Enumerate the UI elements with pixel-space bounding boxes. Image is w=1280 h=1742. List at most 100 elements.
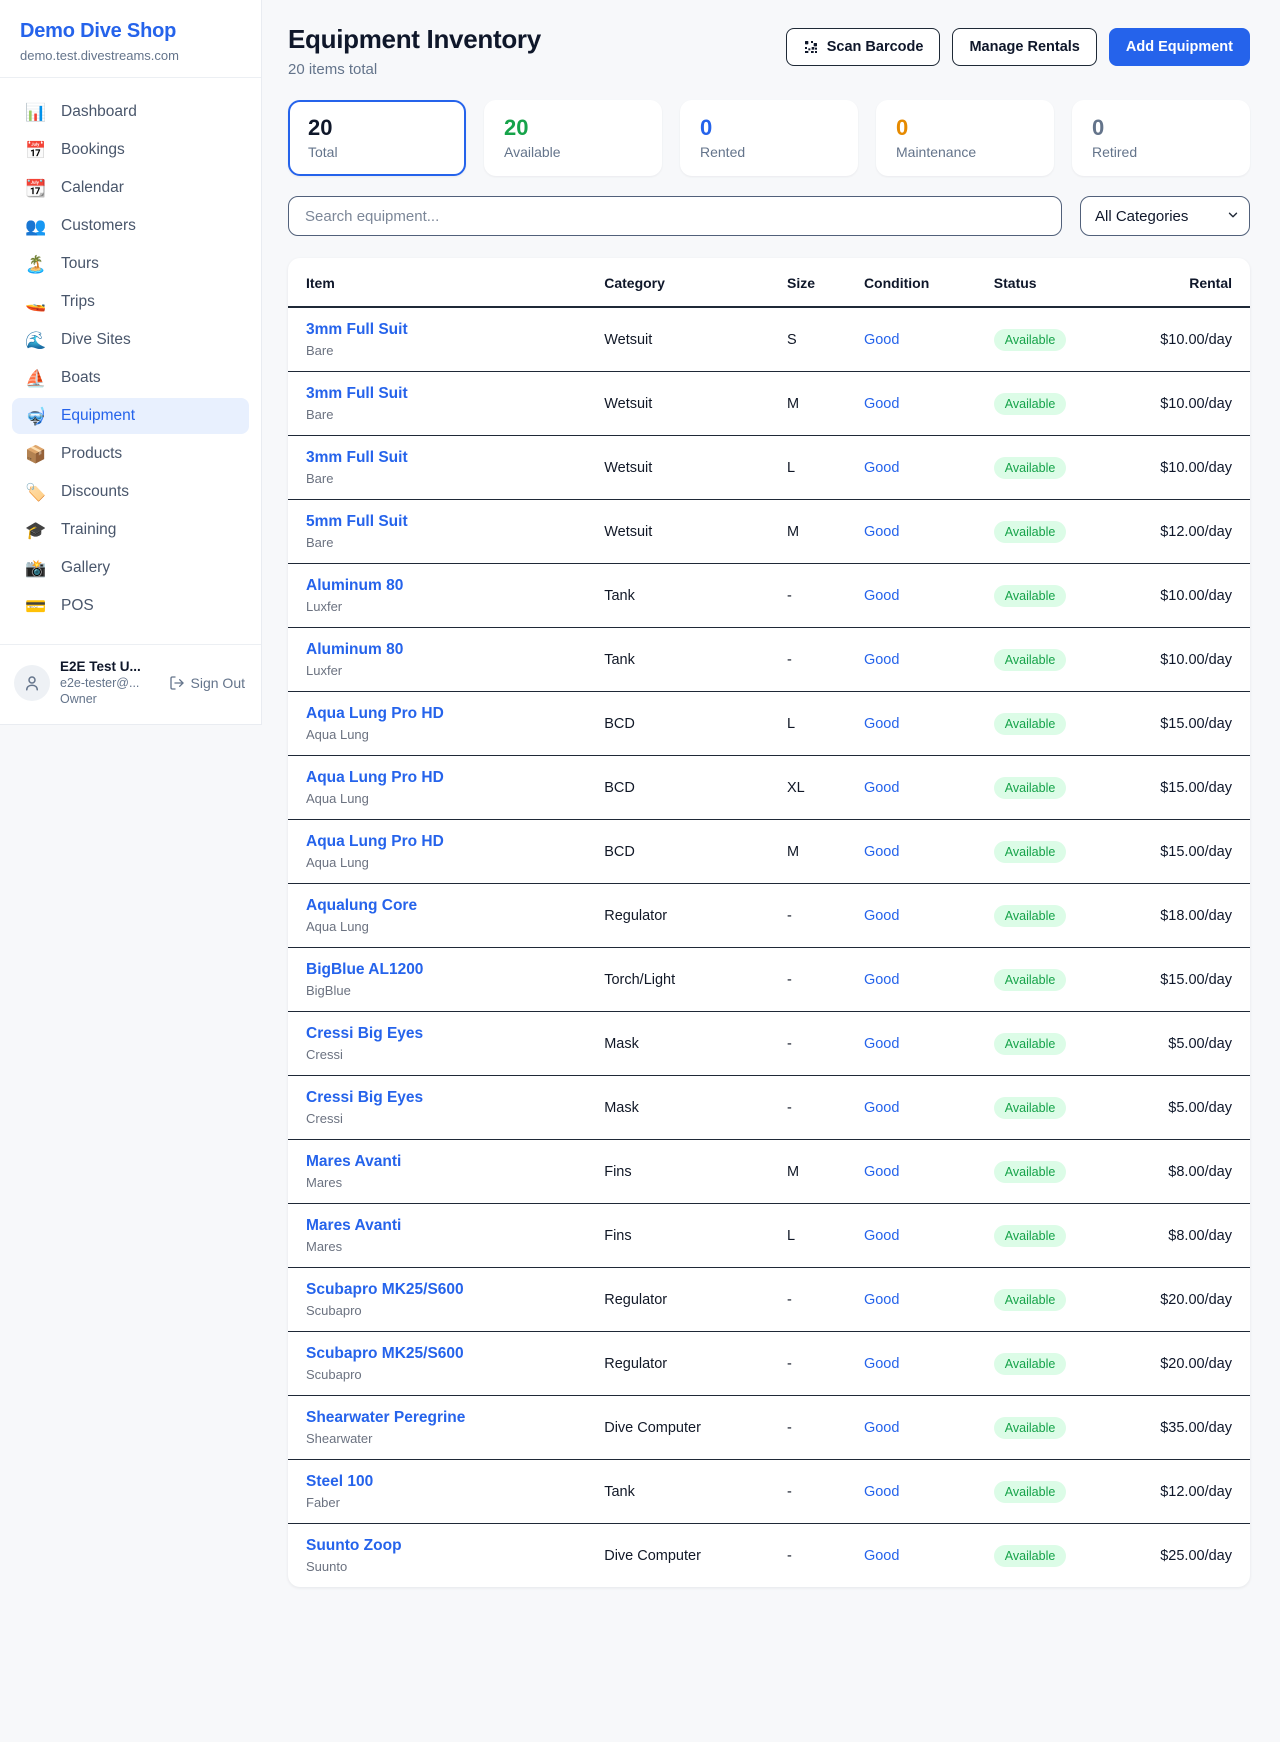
condition-link[interactable]: Good <box>864 1036 899 1052</box>
credit-card-icon: 💳 <box>24 598 48 615</box>
sidebar-item-bookings[interactable]: 📅 Bookings <box>12 132 249 168</box>
manage-rentals-button[interactable]: Manage Rentals <box>952 28 1096 66</box>
table-row: Aqua Lung Pro HD Aqua Lung BCD L Good Av… <box>288 692 1250 756</box>
condition-link[interactable]: Good <box>864 1100 899 1116</box>
item-name-link[interactable]: Aqua Lung Pro HD <box>306 833 568 851</box>
sidebar-item-calendar[interactable]: 📆 Calendar <box>12 170 249 206</box>
stat-card-retired[interactable]: 0 Retired <box>1072 100 1250 176</box>
item-name-link[interactable]: 3mm Full Suit <box>306 385 568 403</box>
condition-link[interactable]: Good <box>864 524 899 540</box>
item-rental: $12.00/day <box>1135 500 1250 564</box>
column-header-item[interactable]: Item <box>288 258 586 307</box>
condition-link[interactable]: Good <box>864 1548 899 1564</box>
sidebar: Demo Dive Shop demo.test.divestreams.com… <box>0 0 262 725</box>
condition-link[interactable]: Good <box>864 844 899 860</box>
condition-link[interactable]: Good <box>864 652 899 668</box>
add-equipment-label: Add Equipment <box>1126 39 1233 55</box>
condition-link[interactable]: Good <box>864 332 899 348</box>
sidebar-item-boats[interactable]: ⛵ Boats <box>12 360 249 396</box>
stat-card-total[interactable]: 20 Total <box>288 100 466 176</box>
sidebar-item-tours[interactable]: 🏝️ Tours <box>12 246 249 282</box>
condition-link[interactable]: Good <box>864 1356 899 1372</box>
condition-link[interactable]: Good <box>864 588 899 604</box>
sidebar-item-dashboard[interactable]: 📊 Dashboard <box>12 94 249 130</box>
scan-barcode-button[interactable]: Scan Barcode <box>786 28 941 66</box>
stat-card-rented[interactable]: 0 Rented <box>680 100 858 176</box>
sidebar-item-customers[interactable]: 👥 Customers <box>12 208 249 244</box>
shop-name[interactable]: Demo Dive Shop <box>20 20 241 43</box>
column-header-category[interactable]: Category <box>586 258 769 307</box>
item-name-link[interactable]: BigBlue AL1200 <box>306 961 568 979</box>
item-brand: Scubapro <box>306 1303 568 1318</box>
sidebar-item-trips[interactable]: 🚤 Trips <box>12 284 249 320</box>
user-name: E2E Test U... <box>60 659 159 674</box>
sign-out-button[interactable]: Sign Out <box>169 675 247 691</box>
item-cell: 3mm Full Suit Bare <box>288 307 586 372</box>
sidebar-item-products[interactable]: 📦 Products <box>12 436 249 472</box>
stat-card-available[interactable]: 20 Available <box>484 100 662 176</box>
column-header-status[interactable]: Status <box>976 258 1135 307</box>
sidebar-item-equipment[interactable]: 🤿 Equipment <box>12 398 249 434</box>
item-name-link[interactable]: Mares Avanti <box>306 1217 568 1235</box>
condition-link[interactable]: Good <box>864 716 899 732</box>
item-name-link[interactable]: Aluminum 80 <box>306 577 568 595</box>
condition-link[interactable]: Good <box>864 1164 899 1180</box>
condition-link[interactable]: Good <box>864 460 899 476</box>
item-name-link[interactable]: 3mm Full Suit <box>306 449 568 467</box>
item-name-link[interactable]: Aqualung Core <box>306 897 568 915</box>
item-name-link[interactable]: Scubapro MK25/S600 <box>306 1281 568 1299</box>
stat-value: 0 <box>1092 115 1230 141</box>
condition-link[interactable]: Good <box>864 1228 899 1244</box>
item-name-link[interactable]: Aluminum 80 <box>306 641 568 659</box>
sidebar-item-discounts[interactable]: 🏷️ Discounts <box>12 474 249 510</box>
item-name-link[interactable]: 5mm Full Suit <box>306 513 568 531</box>
condition-cell: Good <box>846 436 976 500</box>
item-rental: $20.00/day <box>1135 1268 1250 1332</box>
item-size: - <box>769 884 846 948</box>
item-name-link[interactable]: Cressi Big Eyes <box>306 1025 568 1043</box>
search-input[interactable] <box>288 196 1062 236</box>
condition-cell: Good <box>846 628 976 692</box>
condition-link[interactable]: Good <box>864 908 899 924</box>
item-cell: Mares Avanti Mares <box>288 1140 586 1204</box>
item-name-link[interactable]: Aqua Lung Pro HD <box>306 769 568 787</box>
item-name-link[interactable]: Shearwater Peregrine <box>306 1409 568 1427</box>
stat-card-maintenance[interactable]: 0 Maintenance <box>876 100 1054 176</box>
item-cell: Steel 100 Faber <box>288 1460 586 1524</box>
stat-value: 0 <box>700 115 838 141</box>
sidebar-item-pos[interactable]: 💳 POS <box>12 588 249 624</box>
condition-cell: Good <box>846 1204 976 1268</box>
item-category: Tank <box>586 1460 769 1524</box>
item-name-link[interactable]: Mares Avanti <box>306 1153 568 1171</box>
column-header-condition[interactable]: Condition <box>846 258 976 307</box>
condition-link[interactable]: Good <box>864 1420 899 1436</box>
item-rental: $8.00/day <box>1135 1204 1250 1268</box>
condition-link[interactable]: Good <box>864 396 899 412</box>
column-header-rental[interactable]: Rental <box>1135 258 1250 307</box>
status-cell: Available <box>976 307 1135 372</box>
stats-row: 20 Total 20 Available 0 Rented 0 Mainten… <box>288 100 1250 176</box>
sidebar-item-gallery[interactable]: 📸 Gallery <box>12 550 249 586</box>
item-name-link[interactable]: Cressi Big Eyes <box>306 1089 568 1107</box>
item-name-link[interactable]: 3mm Full Suit <box>306 321 568 339</box>
condition-link[interactable]: Good <box>864 1292 899 1308</box>
status-badge: Available <box>994 713 1067 735</box>
item-category: Regulator <box>586 884 769 948</box>
item-name-link[interactable]: Scubapro MK25/S600 <box>306 1345 568 1363</box>
add-equipment-button[interactable]: Add Equipment <box>1109 28 1250 66</box>
condition-link[interactable]: Good <box>864 972 899 988</box>
condition-link[interactable]: Good <box>864 780 899 796</box>
item-name-link[interactable]: Aqua Lung Pro HD <box>306 705 568 723</box>
item-name-link[interactable]: Suunto Zoop <box>306 1537 568 1555</box>
sidebar-item-dive-sites[interactable]: 🌊 Dive Sites <box>12 322 249 358</box>
item-name-link[interactable]: Steel 100 <box>306 1473 568 1491</box>
people-icon: 👥 <box>24 218 48 235</box>
condition-cell: Good <box>846 564 976 628</box>
calendar-icon: 📆 <box>24 180 48 197</box>
sidebar-item-training[interactable]: 🎓 Training <box>12 512 249 548</box>
column-header-size[interactable]: Size <box>769 258 846 307</box>
category-select-control[interactable]: All Categories <box>1080 196 1250 236</box>
item-rental: $15.00/day <box>1135 948 1250 1012</box>
category-select[interactable]: All Categories <box>1080 196 1250 236</box>
condition-link[interactable]: Good <box>864 1484 899 1500</box>
